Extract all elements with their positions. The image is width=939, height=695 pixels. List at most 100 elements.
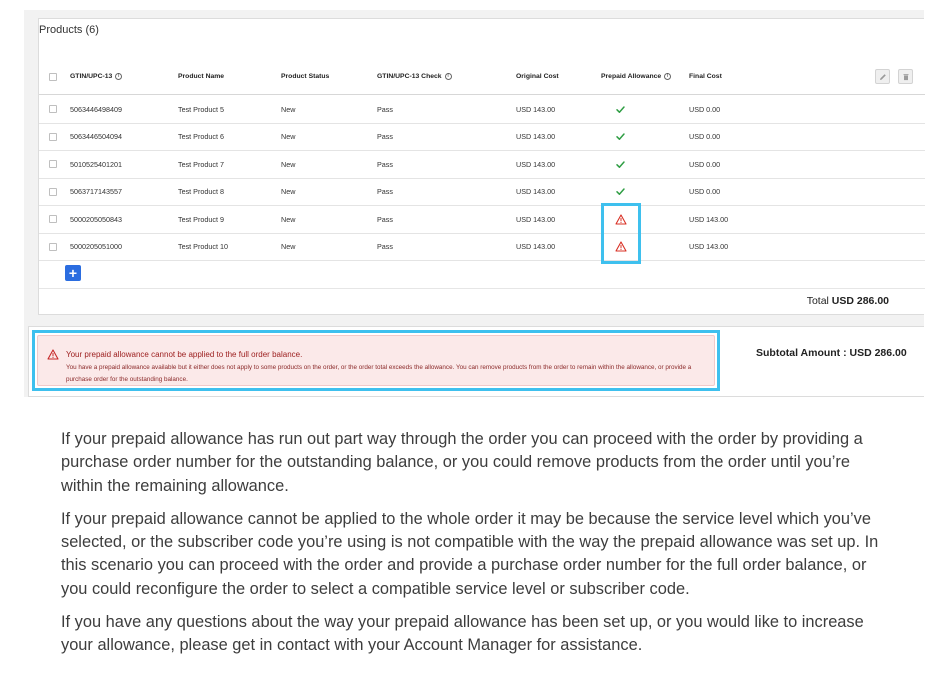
original-cost-cell: USD 143.00 — [516, 104, 556, 114]
gtin-check-cell: Pass — [377, 242, 393, 252]
product-name-cell: Test Product 6 — [178, 132, 224, 142]
table-row: 5000205050843 Test Product 9 New Pass USD 14… — [39, 206, 925, 234]
column-label: Prepaid Allowance — [601, 73, 662, 80]
column-header-final-cost: Final Cost — [689, 59, 722, 94]
pencil-icon — [879, 73, 886, 80]
row-select-cell — [49, 234, 57, 261]
product-name-cell: Test Product 5 — [178, 104, 224, 114]
table-row: 5063446504094 Test Product 6 New Pass USD 14… — [39, 124, 925, 151]
column-label: Product Name — [178, 73, 225, 80]
gtin-check-cell: Pass — [377, 159, 393, 169]
check-icon — [616, 133, 625, 141]
product-name-cell: Test Product 10 — [178, 242, 228, 252]
info-icon[interactable]: i — [664, 73, 672, 80]
table-row: 5000205051000 Test Product 10 New Pass USD 1… — [39, 234, 925, 261]
help-text: If your prepaid allowance has run out pa… — [61, 428, 891, 668]
row-select-cell — [49, 96, 57, 123]
table-row: 5063446498409 Test Product 5 New Pass USD 14… — [39, 96, 925, 124]
trash-icon — [903, 73, 908, 80]
edit-button[interactable] — [875, 69, 890, 84]
gtin-check-cell: Pass — [377, 132, 393, 142]
product-status-cell: New — [281, 214, 296, 224]
highlight-box-warning-cells — [601, 203, 641, 264]
column-header-prepaid-allowance: Prepaid Allowance i — [601, 59, 672, 94]
panel-title: Products (6) — [39, 24, 99, 36]
add-product-button[interactable]: + — [65, 265, 81, 281]
prepaid-allowance-cell — [615, 124, 626, 151]
subtotal-amount: Subtotal Amount : USD 286.00 — [756, 347, 907, 359]
gtin-cell: 5063446504094 — [70, 132, 122, 142]
column-header-product-status: Product Status — [281, 59, 329, 94]
select-all-cell — [49, 59, 57, 94]
original-cost-cell: USD 143.00 — [516, 187, 556, 197]
row-checkbox[interactable] — [49, 242, 57, 251]
column-label: GTIN/UPC-13 — [70, 73, 113, 80]
product-status-cell: New — [281, 159, 296, 169]
gtin-check-cell: Pass — [377, 214, 393, 224]
total-divider — [39, 288, 925, 289]
column-label: Original Cost — [516, 73, 559, 80]
final-cost-cell: USD 0.00 — [689, 104, 721, 114]
prepaid-allowance-cell — [615, 179, 626, 206]
original-cost-cell: USD 143.00 — [516, 242, 556, 252]
row-select-cell — [49, 124, 57, 151]
row-checkbox[interactable] — [49, 215, 57, 224]
column-label: Final Cost — [689, 73, 722, 80]
product-name-cell: Test Product 7 — [178, 159, 224, 169]
column-label: GTIN/UPC-13 Check — [377, 73, 442, 80]
prepaid-allowance-cell — [615, 151, 626, 178]
gtin-cell: 5000205050843 — [70, 214, 122, 224]
highlight-box-alert — [32, 330, 720, 391]
product-name-cell: Test Product 8 — [178, 187, 224, 197]
final-cost-cell: USD 0.00 — [689, 187, 721, 197]
column-header-gtin: GTIN/UPC-13 i — [70, 59, 123, 94]
check-icon — [616, 161, 625, 168]
final-cost-cell: USD 143.00 — [689, 214, 729, 224]
product-status-cell: New — [281, 132, 296, 142]
row-checkbox[interactable] — [49, 132, 57, 141]
check-icon — [616, 106, 625, 113]
row-select-cell — [49, 179, 57, 206]
gtin-cell: 5063717143557 — [70, 187, 122, 197]
original-cost-cell: USD 143.00 — [516, 132, 556, 142]
total-value: USD 286.00 — [831, 295, 889, 307]
select-all-checkbox[interactable] — [49, 72, 57, 81]
column-header-product-name: Product Name — [178, 59, 224, 94]
delete-button[interactable] — [898, 69, 913, 84]
row-select-cell — [49, 206, 57, 233]
original-cost-cell: USD 143.00 — [516, 214, 556, 224]
table-row: 5010525401201 Test Product 7 New Pass USD 14… — [39, 151, 925, 179]
product-status-cell: New — [281, 187, 296, 197]
table-row: 5063717143557 Test Product 8 New Pass USD 14… — [39, 179, 925, 206]
gtin-cell: 5063446498409 — [70, 104, 122, 114]
final-cost-cell: USD 0.00 — [689, 159, 721, 169]
product-status-cell: New — [281, 104, 296, 114]
info-icon[interactable]: i — [115, 73, 123, 80]
column-header-gtin-check: GTIN/UPC-13 Check i — [377, 59, 452, 94]
total-label: Total — [806, 295, 829, 307]
row-checkbox[interactable] — [49, 105, 57, 114]
final-cost-cell: USD 0.00 — [689, 132, 721, 142]
column-header-original-cost: Original Cost — [516, 59, 559, 94]
products-panel: Products (6) GTIN/UPC-13 i Product Name P… — [38, 18, 925, 315]
help-paragraph: If your prepaid allowance has run out pa… — [61, 430, 863, 495]
row-checkbox[interactable] — [49, 160, 57, 169]
gtin-cell: 5000205051000 — [70, 242, 122, 252]
gtin-check-cell: Pass — [377, 104, 393, 114]
row-checkbox[interactable] — [49, 187, 57, 196]
table-header: GTIN/UPC-13 i Product Name Product Status… — [39, 59, 925, 95]
final-cost-cell: USD 143.00 — [689, 242, 729, 252]
gtin-check-cell: Pass — [377, 187, 393, 197]
info-icon[interactable]: i — [444, 73, 452, 80]
prepaid-allowance-cell — [615, 96, 626, 123]
check-icon — [616, 188, 625, 196]
product-status-cell: New — [281, 242, 296, 252]
help-paragraph: If you have any questions about the way … — [61, 613, 864, 655]
column-label: Product Status — [281, 73, 330, 80]
product-name-cell: Test Product 9 — [178, 214, 224, 224]
screenshot-frame: Products (6) GTIN/UPC-13 i Product Name P… — [24, 10, 925, 397]
gtin-cell: 5010525401201 — [70, 159, 122, 169]
order-total: Total USD 286.00 — [807, 295, 889, 307]
row-select-cell — [49, 151, 57, 178]
help-paragraph: If your prepaid allowance cannot be appl… — [61, 509, 879, 598]
